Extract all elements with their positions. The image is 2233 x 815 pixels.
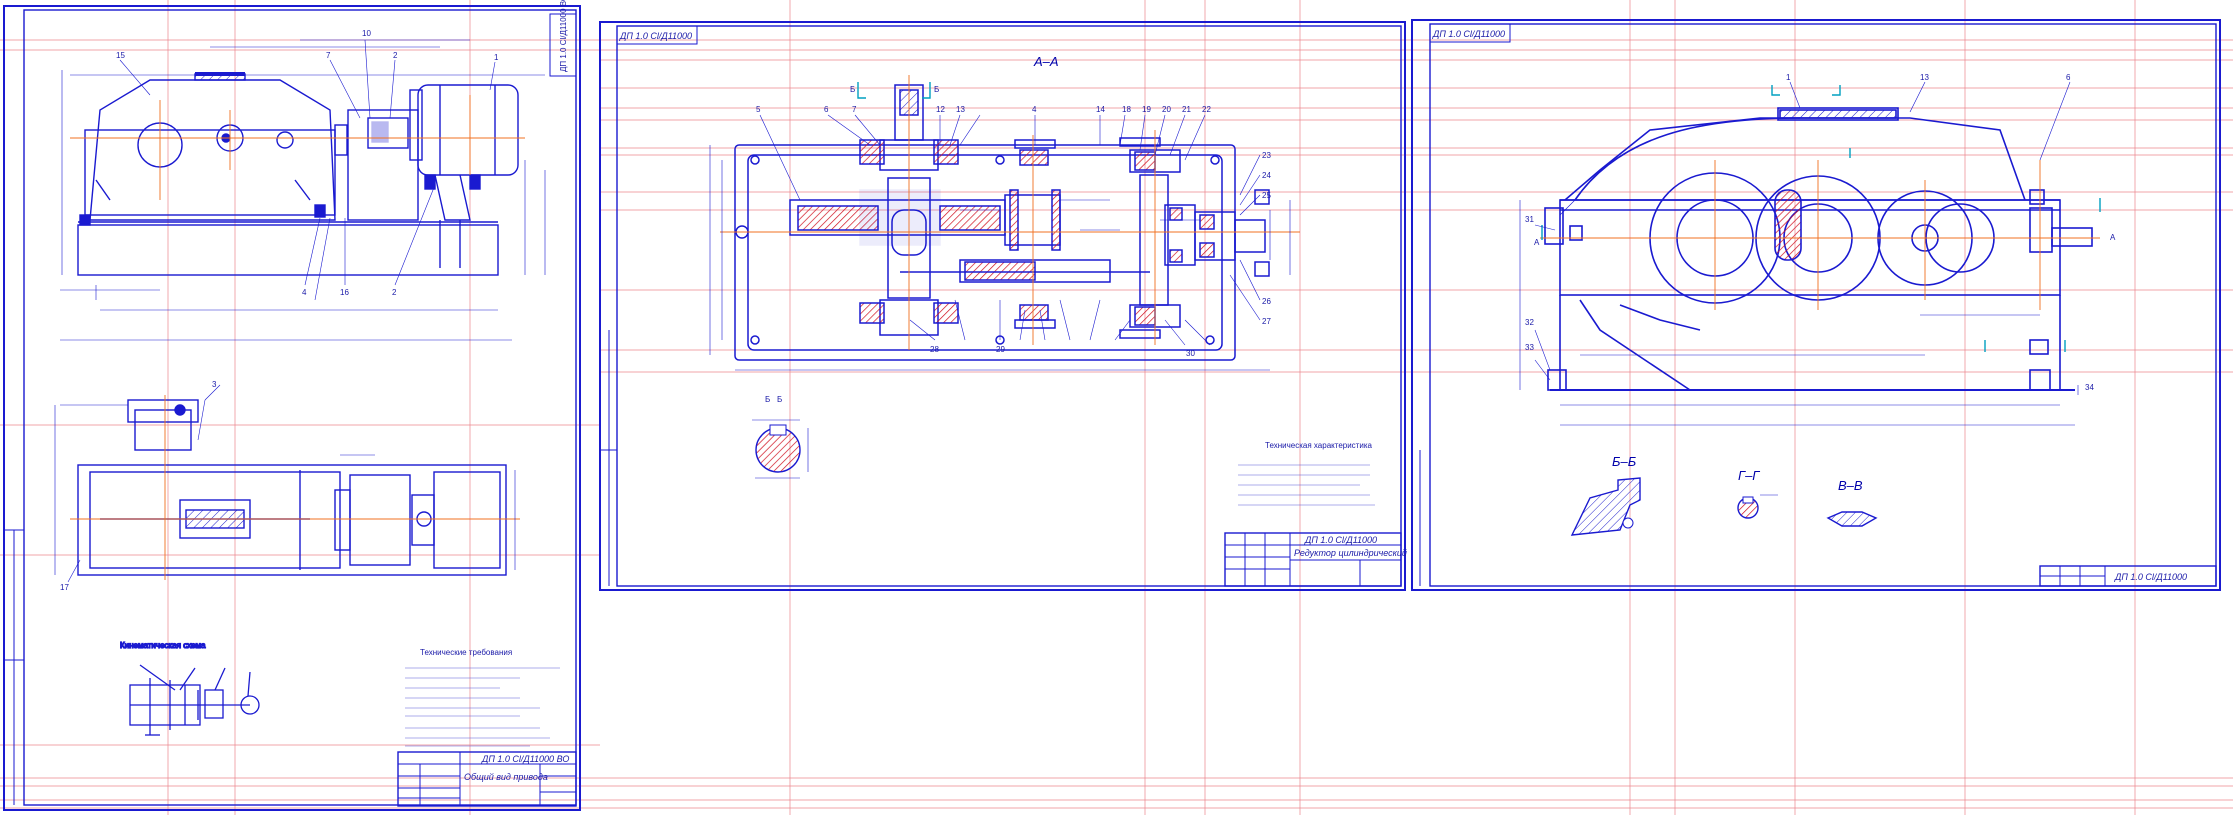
reducer-side-centerlines xyxy=(1540,160,2100,310)
sheet-3-border xyxy=(1411,19,2221,591)
kinematic-scheme: Кинематическая схема xyxy=(119,640,260,736)
callout-r-6: 6 xyxy=(824,105,829,114)
view-b-detail: Б Б xyxy=(752,395,809,479)
sheet-1-frame xyxy=(23,9,577,806)
callout-r-25: 25 xyxy=(1262,191,1271,200)
reducer-side-view xyxy=(1544,107,2093,391)
sheet-2: ДП 1.0 Cl/Д11000 А–А Б Б 5 6 7 12 13 4 1… xyxy=(599,21,1407,591)
drive-plan-view xyxy=(77,399,507,576)
callout-2: 2 xyxy=(393,51,398,60)
callout-r-24: 24 xyxy=(1262,171,1271,180)
callout-7: 7 xyxy=(326,51,331,60)
cut-label-b1: Б xyxy=(850,85,855,94)
section-g-g: Г–Г xyxy=(1737,468,1778,519)
sheet-3-title-code: ДП 1.0 Cl/Д11000 xyxy=(2114,572,2187,582)
drive-plan-dimensions xyxy=(54,384,516,583)
callout-s-33: 33 xyxy=(1525,343,1534,352)
sheet-1: ДП 1.0 Cl/Д11000 ВО 15 1 7 10 2 3 4 16 2… xyxy=(3,0,581,811)
view-a-label: А xyxy=(2110,233,2116,242)
view-b-label: Б xyxy=(765,395,770,404)
callout-r-14: 14 xyxy=(1096,105,1105,114)
callout-r-20: 20 xyxy=(1162,105,1171,114)
reducer-side-leaders xyxy=(1534,81,2071,381)
callout-r-27: 27 xyxy=(1262,317,1271,326)
drive-plan-centerline xyxy=(70,395,520,580)
sheet-2-title-code: ДП 1.0 Cl/Д11000 xyxy=(1304,535,1377,545)
callout-r-4: 4 xyxy=(1032,105,1037,114)
section-b-b: Б–Б xyxy=(1570,454,1641,536)
callout-s-1: 1 xyxy=(1786,73,1791,82)
drive-front-callouts xyxy=(119,39,496,301)
callout-r-7: 7 xyxy=(852,105,857,114)
callout-r-12: 12 xyxy=(936,105,945,114)
callout-4: 4 xyxy=(302,288,307,297)
callout-r-28: 28 xyxy=(930,345,939,354)
callout-s-6: 6 xyxy=(2066,73,2071,82)
callout-s-13: 13 xyxy=(1920,73,1929,82)
kinematic-heading: Кинематическая схема xyxy=(120,641,206,650)
sheet-1-border xyxy=(3,5,581,811)
callout-1: 1 xyxy=(494,53,499,62)
callout-r-29: 29 xyxy=(996,345,1005,354)
callout-10: 10 xyxy=(362,29,371,38)
callout-16: 16 xyxy=(340,288,349,297)
callout-r-26: 26 xyxy=(1262,297,1271,306)
section-b-b-title: Б–Б xyxy=(1612,454,1637,469)
callout-r-18: 18 xyxy=(1122,105,1131,114)
reducer-section xyxy=(734,84,1270,361)
drive-front-view xyxy=(77,72,519,276)
sheet-2-notes-heading: Техническая характеристика xyxy=(1265,441,1372,450)
callout-3: 3 xyxy=(212,380,217,389)
callout-r-23: 23 xyxy=(1262,151,1271,160)
sheet-2-stamp: ДП 1.0 Cl/Д11000 xyxy=(616,25,698,45)
callout-s-34: 34 xyxy=(2085,383,2094,392)
view-b-label-2: Б xyxy=(777,395,782,404)
callout-s-32: 32 xyxy=(1525,318,1534,327)
sheet-1-stamp-text: ДП 1.0 Cl/Д11000 ВО xyxy=(559,0,568,72)
sheet-2-stamp-text: ДП 1.0 Cl/Д11000 xyxy=(619,31,692,41)
callout-r-5: 5 xyxy=(756,105,761,114)
sheet-2-notes: Техническая характеристика xyxy=(1238,441,1375,506)
section-a-a-title: А–А xyxy=(1033,54,1059,69)
reducer-side-cut-marks xyxy=(1541,85,2101,352)
guide-lines xyxy=(0,0,2233,815)
sheet-2-title-name: Редуктор цилиндрический xyxy=(1294,548,1407,558)
callout-r-30: 30 xyxy=(1186,349,1195,358)
sheet-1-title-name: Общий вид привода xyxy=(464,772,548,782)
callout-r-22: 22 xyxy=(1202,105,1211,114)
callout-15: 15 xyxy=(116,51,125,60)
callout-r-19: 19 xyxy=(1142,105,1151,114)
sheet-1-notes: Технические требования xyxy=(405,648,560,747)
callout-2b: 2 xyxy=(392,288,397,297)
sheet-3: ДП 1.0 Cl/Д11000 А А 1 13 6 31 32 33 34 … xyxy=(1411,19,2221,591)
drawing-canvas: ДП 1.0 Cl/Д11000 ВО 15 1 7 10 2 3 4 16 2… xyxy=(0,0,2233,815)
view-a-label-2: А xyxy=(1534,238,1540,247)
section-v-v: В–В xyxy=(1826,478,1878,527)
callout-s-31: 31 xyxy=(1525,215,1534,224)
sheet-1-title-code: ДП 1.0 Cl/Д11000 ВО xyxy=(481,754,569,764)
reducer-side-callout-labels: 1 13 6 31 32 33 34 xyxy=(1525,73,2094,392)
sheet-1-corner-stamp: ДП 1.0 Cl/Д11000 ВО xyxy=(549,0,577,77)
section-v-v-title: В–В xyxy=(1838,478,1863,493)
callout-r-21: 21 xyxy=(1182,105,1191,114)
cut-label-b2: Б xyxy=(934,85,939,94)
section-g-g-title: Г–Г xyxy=(1738,468,1760,483)
callout-r-13: 13 xyxy=(956,105,965,114)
callout-17: 17 xyxy=(60,583,69,592)
sheet-1-callout-labels: 15 1 7 10 2 3 4 16 2 17 xyxy=(60,29,499,592)
sheet-1-notes-heading: Технические требования xyxy=(420,648,512,657)
sheet-3-stamp-text: ДП 1.0 Cl/Д11000 xyxy=(1432,29,1505,39)
sheet-3-stamp: ДП 1.0 Cl/Д11000 xyxy=(1429,23,1511,43)
